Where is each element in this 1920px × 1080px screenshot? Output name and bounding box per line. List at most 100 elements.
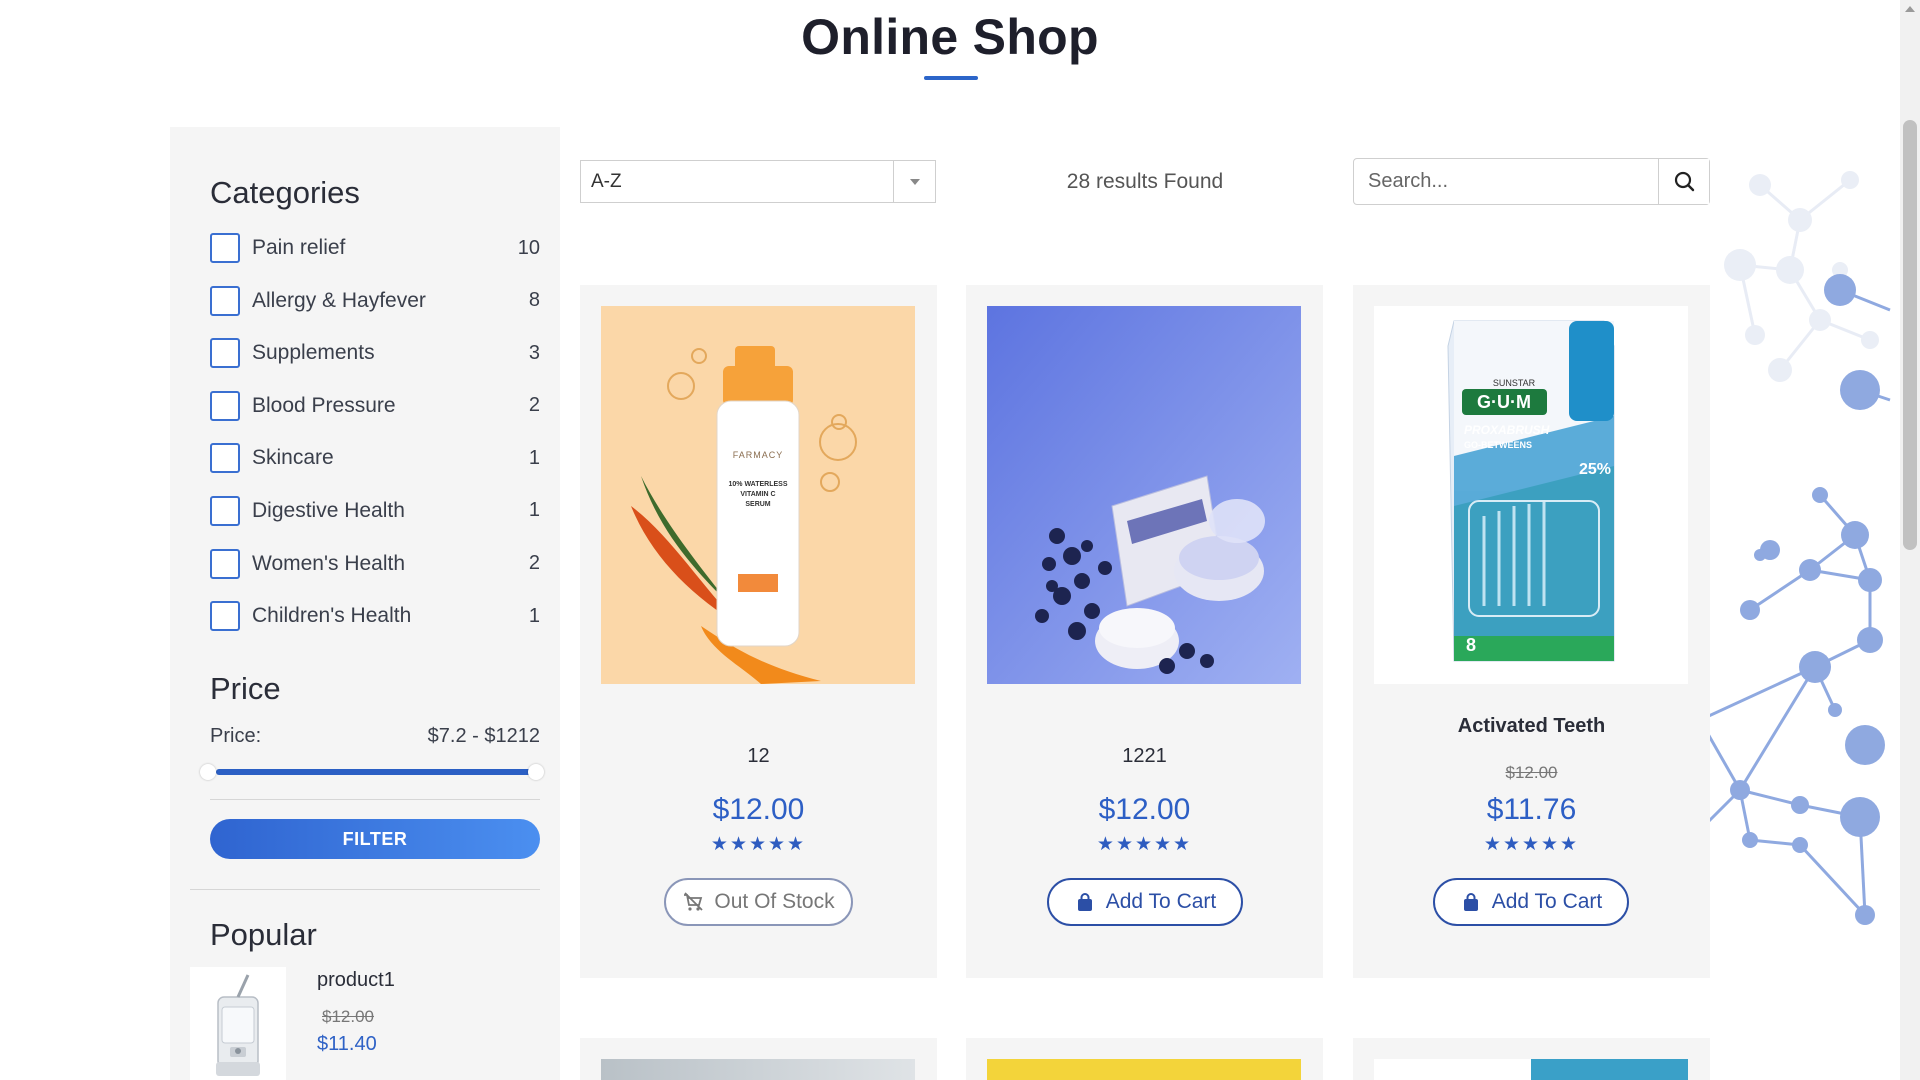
category-label: Women's Health — [252, 551, 406, 575]
category-count: 8 — [528, 289, 540, 312]
results-count: 28 results Found — [1066, 170, 1224, 193]
product-card[interactable] — [1353, 1038, 1710, 1080]
scrollbar-thumb[interactable] — [1903, 120, 1917, 550]
product-card[interactable]: 1221 $12.00 ★★★★★ Add To Cart — [966, 285, 1323, 978]
product-card[interactable] — [580, 1038, 937, 1080]
category-label: Skincare — [252, 446, 334, 470]
product-rating-stars: ★★★★★ — [1096, 834, 1193, 855]
category-checkbox[interactable] — [210, 390, 240, 421]
shopping-bag-icon — [1077, 893, 1092, 911]
category-checkbox[interactable] — [210, 601, 240, 632]
product-card[interactable] — [966, 1038, 1323, 1080]
category-count: 2 — [528, 552, 540, 575]
product-name[interactable]: Activated Teeth — [1353, 715, 1710, 738]
product-image[interactable] — [987, 306, 1301, 684]
filter-sidebar: Categories Pain relief 10 Allergy & Hayf… — [170, 127, 560, 1080]
product-image[interactable] — [601, 1059, 915, 1080]
category-count: 2 — [528, 394, 540, 417]
category-checkbox[interactable] — [210, 443, 240, 474]
category-label: Allergy & Hayfever — [252, 288, 426, 312]
price-slider-max-handle[interactable] — [528, 764, 544, 780]
category-count: 1 — [528, 446, 540, 469]
product-name[interactable]: 12 — [580, 745, 937, 768]
product-image[interactable]: FARMACY 10% WATERLESS VITAMIN C SERUM — [601, 306, 915, 684]
category-list: Pain relief 10 Allergy & Hayfever 8 Supp… — [210, 233, 540, 654]
price-range-row: Price: $7.2 - $1212 — [210, 725, 540, 748]
category-item[interactable]: Women's Health 2 — [210, 548, 540, 579]
product-brand-label: SUNSTAR — [1493, 378, 1536, 388]
add-to-cart-button[interactable]: Add To Cart — [1047, 878, 1243, 926]
price-label: Price: — [210, 725, 262, 747]
product-brand-label: FARMACY — [733, 450, 784, 460]
category-checkbox[interactable] — [210, 285, 240, 316]
category-checkbox[interactable] — [210, 338, 240, 369]
button-label: Out Of Stock — [714, 890, 835, 913]
category-label: Digestive Health — [252, 498, 405, 522]
product-image-line: 25% — [1579, 461, 1611, 478]
category-item[interactable]: Blood Pressure 2 — [210, 390, 540, 421]
product-rating-stars: ★★★★★ — [710, 834, 807, 855]
button-label: Add To Cart — [1491, 890, 1603, 913]
category-checkbox[interactable] — [210, 548, 240, 579]
molecule-decoration — [1700, 171, 1891, 925]
product-card[interactable]: FARMACY 10% WATERLESS VITAMIN C SERUM 12… — [580, 285, 937, 978]
category-label: Blood Pressure — [252, 393, 396, 417]
sort-select[interactable]: A-Z — [580, 160, 936, 203]
price-range-value: $7.2 - $1212 — [427, 725, 540, 747]
category-count: 10 — [517, 236, 540, 259]
category-count: 3 — [528, 341, 540, 364]
product-brand-label: G·U·M — [1477, 392, 1531, 412]
price-slider-min-handle[interactable] — [200, 764, 216, 780]
popular-product-old-price: $12.00 — [322, 1007, 374, 1026]
filter-button[interactable]: FILTER — [210, 819, 540, 859]
popular-product-price: $11.40 — [317, 1033, 377, 1055]
out-of-stock-button[interactable]: Out Of Stock — [664, 878, 853, 926]
category-item[interactable]: Children's Health 1 — [210, 601, 540, 632]
price-heading: Price — [210, 671, 281, 706]
category-count: 1 — [528, 604, 540, 627]
product-image-line: GO-BETWEENS — [1464, 440, 1532, 450]
divider — [210, 799, 540, 800]
categories-heading: Categories — [210, 175, 360, 210]
product-image-line: VITAMIN C — [740, 491, 775, 498]
search-box — [1353, 158, 1710, 205]
page-scrollbar[interactable] — [1900, 0, 1920, 1080]
category-item[interactable]: Allergy & Hayfever 8 — [210, 285, 540, 316]
product-card[interactable]: SUNSTAR G·U·M PROXABRUSH GO-BETWEENS 25%… — [1353, 285, 1710, 978]
popular-product-image[interactable] — [190, 967, 286, 1080]
category-item[interactable]: Digestive Health 1 — [210, 495, 540, 526]
category-label: Children's Health — [252, 604, 412, 628]
page-title: Online Shop — [801, 9, 1099, 65]
product-name[interactable]: 1221 — [966, 745, 1323, 768]
popular-product[interactable]: product1 $12.00 $11.40 — [190, 967, 540, 1080]
chevron-down-icon — [910, 179, 920, 185]
product-image-line: 10% WATERLESS — [729, 481, 788, 488]
category-item[interactable]: Supplements 3 — [210, 338, 540, 369]
product-image[interactable]: SUNSTAR G·U·M PROXABRUSH GO-BETWEENS 25%… — [1374, 306, 1688, 684]
cart-off-icon — [684, 892, 704, 911]
search-button[interactable] — [1658, 159, 1709, 204]
price-slider-track[interactable] — [216, 769, 534, 775]
category-checkbox[interactable] — [210, 495, 240, 526]
product-image-line: PROXABRUSH — [1464, 423, 1550, 437]
category-checkbox[interactable] — [210, 233, 240, 263]
category-item[interactable]: Pain relief 10 — [210, 233, 540, 263]
product-image-line: SERUM — [745, 501, 770, 508]
scroll-up-arrow-icon[interactable] — [1905, 6, 1915, 12]
product-price: $11.76 — [1486, 793, 1577, 826]
category-item[interactable]: Skincare 1 — [210, 443, 540, 474]
divider — [190, 889, 540, 890]
search-icon — [1674, 171, 1695, 192]
product-old-price: $12.00 — [1505, 763, 1558, 782]
category-count: 1 — [528, 499, 540, 522]
search-input[interactable] — [1354, 159, 1659, 204]
category-label: Supplements — [252, 341, 375, 365]
popular-product-name[interactable]: product1 — [317, 969, 395, 992]
add-to-cart-button[interactable]: Add To Cart — [1433, 878, 1629, 926]
title-underline — [924, 76, 978, 80]
sort-dropdown-toggle[interactable] — [893, 161, 935, 202]
category-label: Pain relief — [252, 236, 346, 259]
sort-value: A-Z — [591, 171, 622, 192]
product-image[interactable] — [1374, 1059, 1688, 1080]
product-image[interactable] — [987, 1059, 1301, 1080]
